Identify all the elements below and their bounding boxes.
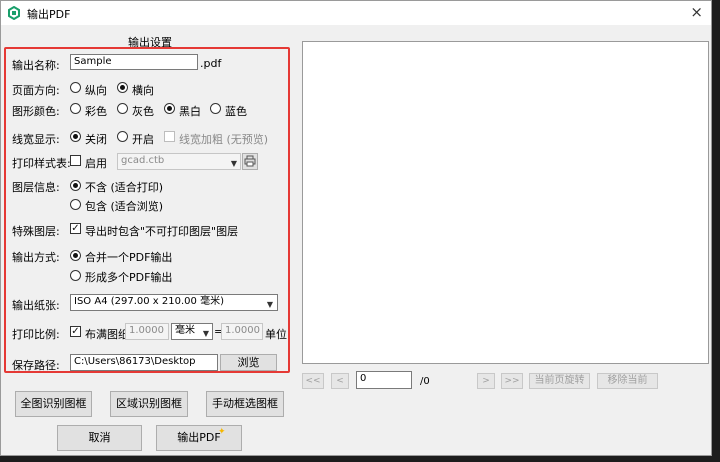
orientation-portrait-label: 纵向 [85,84,107,97]
scale-unit-value: 毫米 [175,325,195,336]
color-gray-label: 灰色 [132,105,154,118]
rotate-page-button[interactable]: 当前页旋转 [529,373,590,389]
lineweight-on-radio[interactable] [117,131,128,142]
cancel-button[interactable]: 取消 [57,425,142,451]
lineweight-off-radio[interactable] [70,131,81,142]
remove-page-button[interactable]: 移除当前 [597,373,658,389]
output-mode-multiple-label: 形成多个PDF输出 [85,271,173,284]
plot-style-edit-button[interactable] [242,153,258,170]
save-path-input[interactable]: C:\Users\86173\Desktop [70,354,218,371]
export-pdf-label: 输出PDF [177,431,221,444]
window-title: 输出PDF [27,8,71,21]
orientation-label: 页面方向: [12,84,60,97]
output-name-ext: .pdf [200,57,222,70]
output-mode-merge-label: 合并一个PDF输出 [85,251,173,264]
paper-value: ISO A4 (297.00 x 210.00 毫米) [74,296,224,307]
scale-label: 打印比例: [12,328,60,341]
orientation-portrait-radio[interactable] [70,82,81,93]
color-bw-label: 黑白 [179,105,201,118]
full-detect-button[interactable]: 全图识别图框 [15,391,92,417]
scale-unit-select[interactable]: 毫米 ▼ [171,323,213,340]
page-total: /0 [420,376,430,387]
special-layer-check-label: 导出时包含"不可打印图层"图层 [85,225,239,238]
app-logo-icon [8,6,20,20]
scale-unit-label: 单位 [265,328,287,341]
paper-label: 输出纸张: [12,299,60,312]
last-page-button[interactable]: >> [501,373,523,389]
output-mode-multiple-radio[interactable] [70,270,81,281]
close-icon[interactable]: × [690,3,703,21]
chevron-down-icon: ▼ [266,300,273,309]
color-blue-label: 蓝色 [225,105,247,118]
area-detect-button[interactable]: 区域识别图框 [110,391,188,417]
next-page-button[interactable]: > [477,373,495,389]
prev-page-button[interactable]: < [331,373,349,389]
title-bar: 输出PDF × [1,1,711,25]
browse-button[interactable]: 浏览 [220,354,277,371]
color-label: 图形颜色: [12,105,60,118]
chevron-down-icon: ▼ [230,159,237,168]
lineweight-bold-checkbox[interactable] [164,131,175,142]
paper-select[interactable]: ISO A4 (297.00 x 210.00 毫米) ▼ [70,294,278,311]
layer-info-exclude-radio[interactable] [70,180,81,191]
scale-fit-label: 布满图纸 [85,328,129,341]
page-number-input[interactable]: 0 [356,371,412,389]
color-bw-radio[interactable] [164,103,175,114]
plot-style-label: 打印样式表: [12,157,71,170]
color-full-radio[interactable] [70,103,81,114]
printer-icon [244,155,256,167]
plot-style-enable-checkbox[interactable] [70,155,81,166]
lineweight-off-label: 关闭 [85,133,107,146]
plot-style-enable-label: 启用 [85,157,107,170]
layer-info-exclude-label: 不含 (适合打印) [85,181,164,194]
manual-select-button[interactable]: 手动框选图框 [206,391,284,417]
layer-info-include-label: 包含 (适合浏览) [85,200,164,213]
special-layer-checkbox[interactable]: ✓ [70,223,81,234]
layer-info-include-radio[interactable] [70,199,81,210]
color-blue-radio[interactable] [210,103,221,114]
color-full-label: 彩色 [85,105,107,118]
star-icon: ✦ [218,427,226,437]
first-page-button[interactable]: << [302,373,324,389]
color-gray-radio[interactable] [117,103,128,114]
chevron-down-icon: ▼ [202,329,209,338]
pdf-preview-area [302,41,709,364]
layer-info-label: 图层信息: [12,181,60,194]
save-path-label: 保存路径: [12,359,60,372]
lineweight-label: 线宽显示: [12,133,60,146]
output-mode-label: 输出方式: [12,251,60,264]
output-name-input[interactable]: Sample [70,54,198,70]
orientation-landscape-label: 横向 [132,84,154,97]
plot-style-value: gcad.ctb [121,155,165,166]
scale-fit-checkbox[interactable]: ✓ [70,326,81,337]
lineweight-bold-label: 线宽加粗 (无预览) [179,133,269,146]
output-name-label: 输出名称: [12,59,60,72]
export-pdf-button[interactable]: 输出PDF [156,425,242,451]
lineweight-on-label: 开启 [132,133,154,146]
scale-value1-input[interactable]: 1.0000 [125,323,169,340]
export-pdf-window: 输出PDF × 输出设置 输出名称: Sample .pdf 页面方向: 纵向 … [0,0,712,456]
scale-value2-input[interactable]: 1.0000 [221,323,263,340]
plot-style-select[interactable]: gcad.ctb ▼ [117,153,241,170]
output-mode-merge-radio[interactable] [70,250,81,261]
orientation-landscape-radio[interactable] [117,82,128,93]
special-layer-label: 特殊图层: [12,225,60,238]
